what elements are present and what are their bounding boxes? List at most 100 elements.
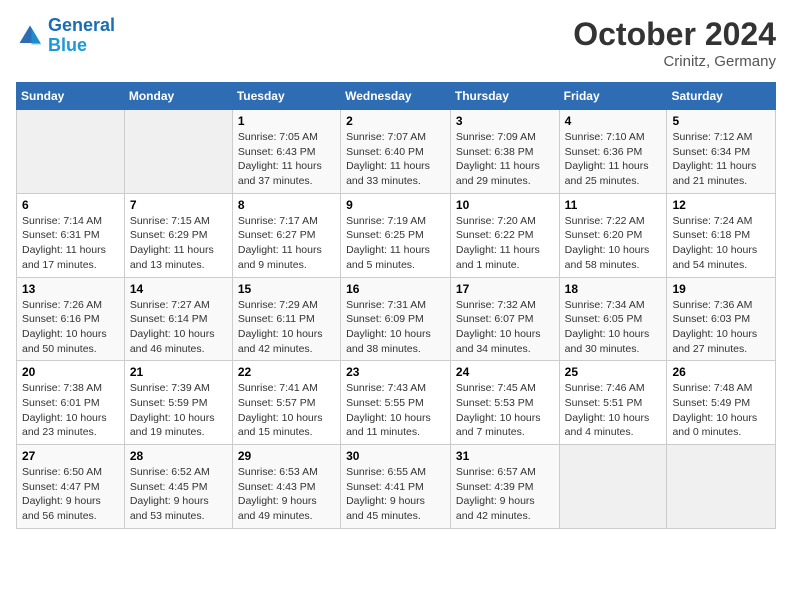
title-block: October 2024 Crinitz, Germany <box>573 16 776 70</box>
day-info: Sunrise: 7:12 AM Sunset: 6:34 PM Dayligh… <box>672 130 770 189</box>
weekday-header: Thursday <box>450 83 559 110</box>
day-number: 12 <box>672 198 770 212</box>
day-info: Sunrise: 6:53 AM Sunset: 4:43 PM Dayligh… <box>238 465 335 524</box>
day-number: 29 <box>238 449 335 463</box>
day-number: 3 <box>456 114 554 128</box>
day-info: Sunrise: 7:10 AM Sunset: 6:36 PM Dayligh… <box>565 130 662 189</box>
month-title: October 2024 <box>573 16 776 53</box>
calendar-cell: 9 Sunrise: 7:19 AM Sunset: 6:25 PM Daylig… <box>341 193 451 277</box>
day-info: Sunrise: 7:09 AM Sunset: 6:38 PM Dayligh… <box>456 130 554 189</box>
weekday-header: Sunday <box>17 83 125 110</box>
calendar-cell <box>559 445 667 529</box>
calendar-cell: 1 Sunrise: 7:05 AM Sunset: 6:43 PM Daylig… <box>232 110 340 194</box>
calendar-cell: 7 Sunrise: 7:15 AM Sunset: 6:29 PM Daylig… <box>124 193 232 277</box>
calendar-row: 27 Sunrise: 6:50 AM Sunset: 4:47 PM Dayli… <box>17 445 776 529</box>
day-info: Sunrise: 6:52 AM Sunset: 4:45 PM Dayligh… <box>130 465 227 524</box>
calendar-row: 13 Sunrise: 7:26 AM Sunset: 6:16 PM Dayli… <box>17 277 776 361</box>
day-number: 13 <box>22 282 119 296</box>
day-info: Sunrise: 7:24 AM Sunset: 6:18 PM Dayligh… <box>672 214 770 273</box>
calendar-cell <box>124 110 232 194</box>
calendar-row: 6Sunrise: 7:14 AM Sunset: 6:31 PM Daylig… <box>17 193 776 277</box>
calendar-cell: 8Sunrise: 7:17 AM Sunset: 6:27 PM Daylig… <box>232 193 340 277</box>
calendar-cell: 11 Sunrise: 7:22 AM Sunset: 6:20 PM Dayli… <box>559 193 667 277</box>
calendar-cell: 3 Sunrise: 7:09 AM Sunset: 6:38 PM Daylig… <box>450 110 559 194</box>
day-info: Sunrise: 7:43 AM Sunset: 5:55 PM Dayligh… <box>346 381 445 440</box>
calendar-cell: 25 Sunrise: 7:46 AM Sunset: 5:51 PM Dayli… <box>559 361 667 445</box>
day-number: 4 <box>565 114 662 128</box>
day-number: 18 <box>565 282 662 296</box>
calendar-cell: 31 Sunrise: 6:57 AM Sunset: 4:39 PM Dayli… <box>450 445 559 529</box>
day-number: 17 <box>456 282 554 296</box>
calendar-cell <box>17 110 125 194</box>
location: Crinitz, Germany <box>573 53 776 70</box>
calendar-cell: 26 Sunrise: 7:48 AM Sunset: 5:49 PM Dayli… <box>667 361 776 445</box>
calendar-cell: 24 Sunrise: 7:45 AM Sunset: 5:53 PM Dayli… <box>450 361 559 445</box>
day-number: 7 <box>130 198 227 212</box>
calendar-cell: 21Sunrise: 7:39 AM Sunset: 5:59 PM Dayli… <box>124 361 232 445</box>
calendar-cell: 28 Sunrise: 6:52 AM Sunset: 4:45 PM Dayli… <box>124 445 232 529</box>
weekday-header: Tuesday <box>232 83 340 110</box>
calendar-cell: 6Sunrise: 7:14 AM Sunset: 6:31 PM Daylig… <box>17 193 125 277</box>
day-number: 31 <box>456 449 554 463</box>
day-number: 24 <box>456 365 554 379</box>
day-number: 21 <box>130 365 227 379</box>
day-info: Sunrise: 7:36 AM Sunset: 6:03 PM Dayligh… <box>672 298 770 357</box>
weekday-header: Monday <box>124 83 232 110</box>
weekday-header: Saturday <box>667 83 776 110</box>
calendar-cell: 12 Sunrise: 7:24 AM Sunset: 6:18 PM Dayli… <box>667 193 776 277</box>
calendar-cell: 18 Sunrise: 7:34 AM Sunset: 6:05 PM Dayli… <box>559 277 667 361</box>
day-info: Sunrise: 7:45 AM Sunset: 5:53 PM Dayligh… <box>456 381 554 440</box>
calendar-cell: 4 Sunrise: 7:10 AM Sunset: 6:36 PM Daylig… <box>559 110 667 194</box>
day-info: Sunrise: 7:31 AM Sunset: 6:09 PM Dayligh… <box>346 298 445 357</box>
day-info: Sunrise: 7:34 AM Sunset: 6:05 PM Dayligh… <box>565 298 662 357</box>
day-number: 26 <box>672 365 770 379</box>
day-number: 11 <box>565 198 662 212</box>
day-number: 30 <box>346 449 445 463</box>
day-number: 20 <box>22 365 119 379</box>
day-number: 2 <box>346 114 445 128</box>
calendar-row: 1 Sunrise: 7:05 AM Sunset: 6:43 PM Daylig… <box>17 110 776 194</box>
calendar-cell: 14Sunrise: 7:27 AM Sunset: 6:14 PM Dayli… <box>124 277 232 361</box>
day-info: Sunrise: 7:27 AM Sunset: 6:14 PM Dayligh… <box>130 298 227 357</box>
calendar-cell: 27 Sunrise: 6:50 AM Sunset: 4:47 PM Dayli… <box>17 445 125 529</box>
day-info: Sunrise: 7:20 AM Sunset: 6:22 PM Dayligh… <box>456 214 554 273</box>
day-number: 1 <box>238 114 335 128</box>
day-number: 19 <box>672 282 770 296</box>
day-info: Sunrise: 7:48 AM Sunset: 5:49 PM Dayligh… <box>672 381 770 440</box>
day-info: Sunrise: 6:55 AM Sunset: 4:41 PM Dayligh… <box>346 465 445 524</box>
day-number: 16 <box>346 282 445 296</box>
calendar-cell: 23Sunrise: 7:43 AM Sunset: 5:55 PM Dayli… <box>341 361 451 445</box>
logo-line1: General <box>48 15 115 35</box>
calendar-cell <box>667 445 776 529</box>
day-info: Sunrise: 7:26 AM Sunset: 6:16 PM Dayligh… <box>22 298 119 357</box>
day-number: 27 <box>22 449 119 463</box>
logo-text: General Blue <box>48 16 115 56</box>
logo: General Blue <box>16 16 115 56</box>
day-number: 9 <box>346 198 445 212</box>
calendar-cell: 16 Sunrise: 7:31 AM Sunset: 6:09 PM Dayli… <box>341 277 451 361</box>
calendar-cell: 22 Sunrise: 7:41 AM Sunset: 5:57 PM Dayli… <box>232 361 340 445</box>
weekday-header: Friday <box>559 83 667 110</box>
day-info: Sunrise: 7:22 AM Sunset: 6:20 PM Dayligh… <box>565 214 662 273</box>
day-info: Sunrise: 7:19 AM Sunset: 6:25 PM Dayligh… <box>346 214 445 273</box>
day-number: 5 <box>672 114 770 128</box>
day-info: Sunrise: 6:50 AM Sunset: 4:47 PM Dayligh… <box>22 465 119 524</box>
day-info: Sunrise: 7:05 AM Sunset: 6:43 PM Dayligh… <box>238 130 335 189</box>
day-number: 22 <box>238 365 335 379</box>
calendar-cell: 13 Sunrise: 7:26 AM Sunset: 6:16 PM Dayli… <box>17 277 125 361</box>
calendar-cell: 29 Sunrise: 6:53 AM Sunset: 4:43 PM Dayli… <box>232 445 340 529</box>
day-info: Sunrise: 7:41 AM Sunset: 5:57 PM Dayligh… <box>238 381 335 440</box>
day-info: Sunrise: 7:46 AM Sunset: 5:51 PM Dayligh… <box>565 381 662 440</box>
logo-line2: Blue <box>48 35 87 55</box>
page-header: General Blue October 2024 Crinitz, Germa… <box>16 16 776 70</box>
day-info: Sunrise: 7:29 AM Sunset: 6:11 PM Dayligh… <box>238 298 335 357</box>
day-number: 28 <box>130 449 227 463</box>
weekday-header: Wednesday <box>341 83 451 110</box>
day-info: Sunrise: 7:15 AM Sunset: 6:29 PM Dayligh… <box>130 214 227 273</box>
day-number: 6 <box>22 198 119 212</box>
calendar-table: SundayMondayTuesdayWednesdayThursdayFrid… <box>16 82 776 529</box>
day-info: Sunrise: 6:57 AM Sunset: 4:39 PM Dayligh… <box>456 465 554 524</box>
day-number: 25 <box>565 365 662 379</box>
calendar-cell: 20Sunrise: 7:38 AM Sunset: 6:01 PM Dayli… <box>17 361 125 445</box>
day-info: Sunrise: 7:07 AM Sunset: 6:40 PM Dayligh… <box>346 130 445 189</box>
